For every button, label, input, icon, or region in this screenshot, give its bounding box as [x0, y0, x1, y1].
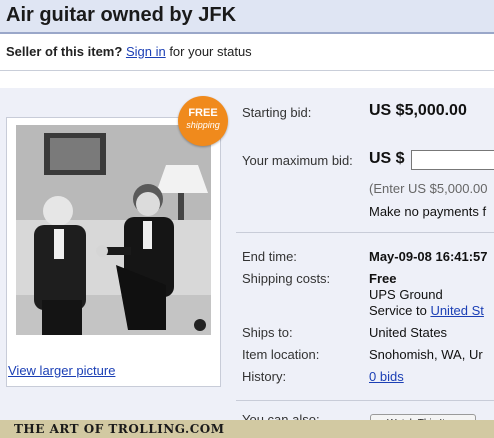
shipping-method: UPS Ground [369, 287, 443, 302]
max-bid-input[interactable] [411, 150, 494, 170]
max-bid-currency: US $ [369, 150, 405, 167]
page-title: Air guitar owned by JFK [6, 4, 237, 26]
ships-to-value: United States [369, 325, 448, 340]
badge-shipping-text: shipping [186, 120, 220, 130]
sign-in-link[interactable]: Sign in [126, 44, 166, 59]
item-location-value: Snohomish, WA, Ur [369, 347, 483, 362]
title-bar: Air guitar owned by JFK [0, 0, 494, 34]
shipping-costs-label: Shipping costs: [242, 271, 331, 286]
free-shipping-badge: FREE shipping [178, 96, 228, 146]
view-larger-picture-link[interactable]: View larger picture [8, 363, 115, 378]
starting-bid-value: US $5,000.00 [369, 102, 467, 119]
section-divider [236, 232, 494, 233]
service-to-country-link[interactable]: United St [430, 303, 483, 318]
service-to-line: Service to United St [369, 303, 484, 318]
site-watermark: THE ART OF TROLLING.COM [14, 422, 225, 436]
shipping-costs-value: Free [369, 271, 397, 286]
max-bid-label: Your maximum bid: [242, 153, 353, 168]
ships-to-label: Ships to: [242, 325, 293, 340]
seller-status-line: Seller of this item? Sign in for your st… [6, 44, 252, 59]
end-time-value: May-09-08 16:41:57 [369, 249, 488, 264]
history-label: History: [242, 369, 287, 384]
seller-bar: Seller of this item? Sign in for your st… [0, 34, 494, 71]
bid-history-link[interactable]: 0 bids [369, 369, 404, 384]
item-photo[interactable] [16, 125, 211, 335]
enter-bid-hint: (Enter US $5,000.00 [369, 181, 488, 196]
end-time-label: End time: [242, 249, 297, 264]
badge-free-text: FREE [188, 107, 218, 119]
service-to-prefix: Service to [369, 303, 427, 318]
item-photo-image [16, 125, 211, 335]
seller-suffix: for your status [169, 44, 252, 59]
photo-frame: View larger picture [6, 117, 221, 387]
no-payments-text: Make no payments f [369, 204, 487, 219]
seller-prefix: Seller of this item? [6, 44, 123, 59]
section-divider-2 [236, 400, 494, 401]
item-location-label: Item location: [242, 347, 320, 362]
starting-bid-label: Starting bid: [242, 105, 312, 120]
